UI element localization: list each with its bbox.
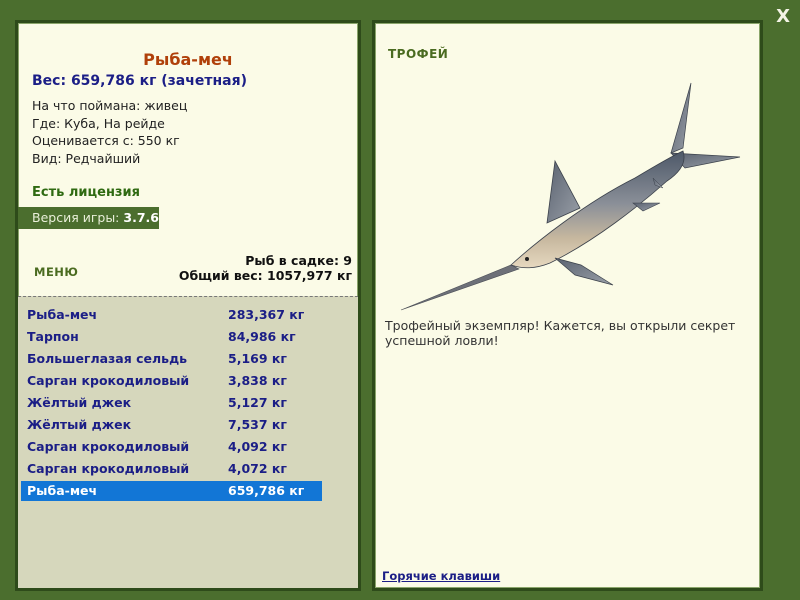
catch-fish-weight: 7,537 кг [228,417,287,432]
catch-list-item[interactable]: Жёлтый джек 7,537 кг [21,415,322,435]
catch-fish-weight: 5,169 кг [228,351,287,366]
catch-fish-weight: 4,072 кг [228,461,287,476]
version-bar: Версия игры: 3.7.6 [18,207,159,229]
close-button[interactable]: X [776,6,790,27]
fish-details: На что поймана: живец Где: Куба, На рейд… [32,97,187,167]
fish-info-panel: Рыба-меч Вес: 659,786 кг (зачетная) На ч… [15,20,361,591]
rarity-text: Вид: Редчайший [32,150,141,166]
catch-fish-weight: 4,092 кг [228,439,287,454]
caught-on-text: На что поймана: живец [32,98,188,113]
total-weight: Общий вес: 1057,977 кг [178,268,352,283]
catch-fish-name: Сарган крокодиловый [27,461,190,476]
catch-list-item[interactable]: Жёлтый джек 5,127 кг [21,393,322,413]
catch-fish-weight: 84,986 кг [228,329,296,344]
trophy-description: Трофейный экземпляр! Кажется, вы открыли… [385,318,736,348]
catch-fish-name: Жёлтый джек [27,417,132,432]
catch-list-item[interactable]: Рыба-меч 659,786 кг [21,481,322,501]
catch-list-item[interactable]: Сарган крокодиловый 3,838 кг [21,371,322,391]
catch-fish-weight: 5,127 кг [228,395,287,410]
catch-list: Рыба-меч 283,367 кг Тарпон 84,986 кг Большег… [18,296,358,588]
catch-fish-name: Сарган крокодиловый [27,439,190,454]
catch-fish-weight: 3,838 кг [228,373,287,388]
catch-list-item[interactable]: Большеглазая сельдь 5,169 кг [21,349,322,369]
catch-list-item[interactable]: Сарган крокодиловый 4,092 кг [21,437,322,457]
keepnet-stats: Рыб в садке: 9 Общий вес: 1057,977 кг [179,253,352,283]
location-text: Где: Куба, На рейде [32,115,165,131]
catch-list-item[interactable]: Сарган крокодиловый 4,072 кг [21,459,322,479]
catch-fish-name: Сарган крокодиловый [27,373,190,388]
catch-fish-name: Рыба-меч [27,483,98,498]
catch-fish-weight: 283,367 кг [228,307,305,322]
fish-weight: Вес: 659,786 кг (зачетная) [32,73,247,89]
catch-fish-name: Большеглазая сельдь [27,351,188,366]
trophy-panel: ТРОФЕЙ Трофейный экземпляр! Кажется, вы … [372,20,763,591]
hotkeys-link[interactable]: Горячие клавиши [382,569,500,583]
catch-fish-name: Тарпон [27,329,79,344]
menu-button[interactable]: МЕНЮ [34,265,78,279]
version-label: Версия игры: [32,210,124,225]
valued-from-text: Оценивается с: 550 кг [32,133,180,148]
fish-title: Рыба-меч [143,50,233,69]
catch-fish-name: Жёлтый джек [27,395,132,410]
license-status: Есть лицензия [32,185,140,200]
catch-fish-name: Рыба-меч [27,307,98,322]
swordfish-image [400,82,741,311]
catch-fish-weight: 659,786 кг [228,483,305,498]
catch-list-item[interactable]: Рыба-меч 283,367 кг [21,305,322,325]
version-value: 3.7.6 [123,210,159,225]
fish-count: Рыб в садке: 9 [245,253,352,268]
catch-list-item[interactable]: Тарпон 84,986 кг [21,327,322,347]
